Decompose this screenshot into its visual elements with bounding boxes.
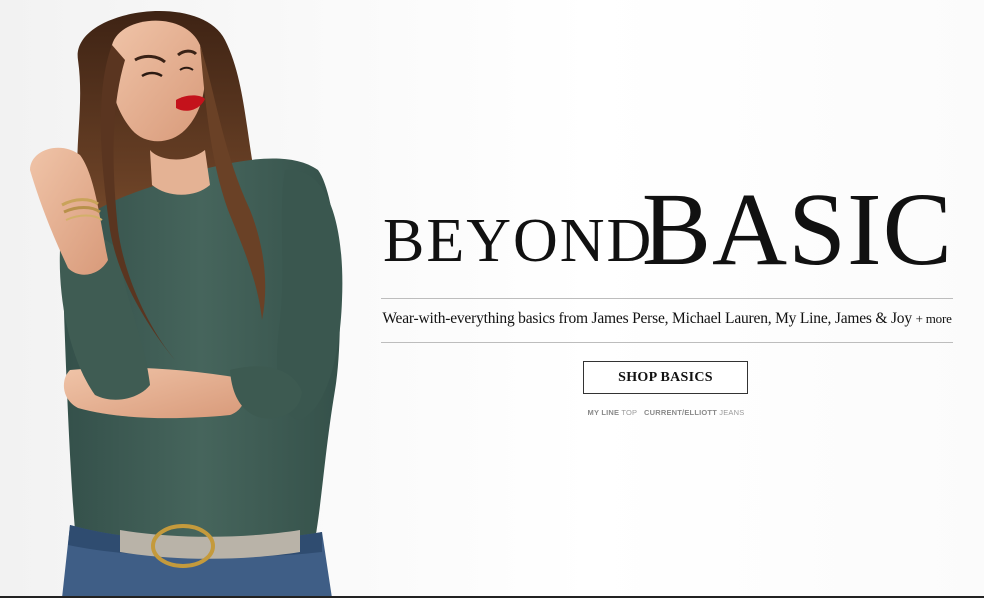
shop-basics-button[interactable]: SHOP BASICS (583, 361, 748, 394)
tagline: Wear-with-everything basics from James P… (381, 310, 953, 328)
divider-top (381, 298, 953, 299)
hero-banner[interactable]: BEYOND BASIC Wear-with-everything basics… (0, 0, 984, 598)
credit-item-top: TOP (621, 408, 638, 417)
headline: BEYOND BASIC (381, 178, 953, 290)
divider-bottom (381, 342, 953, 343)
credit-brand-top[interactable]: MY LINE (588, 408, 620, 417)
credit-brand-jeans[interactable]: CURRENT/ELLIOTT (644, 408, 717, 417)
tagline-text: Wear-with-everything basics from James P… (382, 310, 912, 327)
headline-beyond: BEYOND (383, 207, 654, 275)
product-credits: MY LINE TOP CURRENT/ELLIOTT JEANS (540, 408, 792, 417)
tagline-more: + more (915, 311, 952, 326)
headline-basic: BASIC (641, 172, 953, 287)
credit-item-jeans: JEANS (719, 408, 745, 417)
model-photo[interactable] (0, 0, 360, 598)
